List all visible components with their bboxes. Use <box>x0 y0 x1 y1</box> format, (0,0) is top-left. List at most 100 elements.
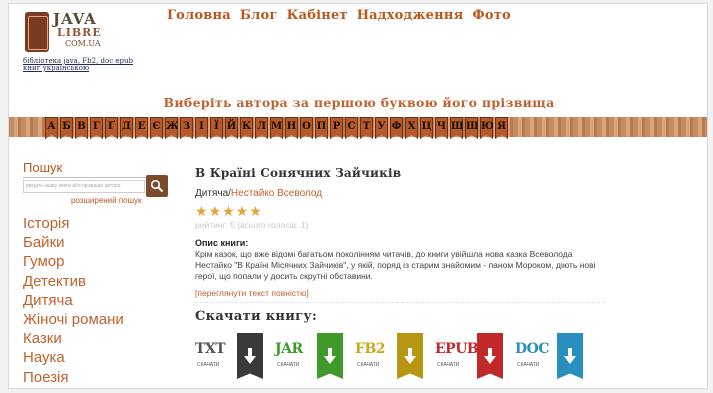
logo-line-1: JAVA <box>53 10 97 28</box>
nav-blog[interactable]: Блог <box>240 8 278 23</box>
scroll-icon <box>25 12 49 52</box>
search-input[interactable]: введіть назву книги або прізвище автора <box>23 180 145 193</box>
alphabet-letter[interactable]: Ж <box>165 117 178 139</box>
download-sub-label: СКАЧАТИ <box>277 362 300 368</box>
alphabet-letter[interactable]: А <box>45 117 58 139</box>
download-ribbon <box>477 333 503 379</box>
alphabet-letter[interactable]: М <box>270 117 283 139</box>
nav-photo[interactable]: Фото <box>472 8 511 23</box>
alphabet-letter[interactable]: Ю <box>480 117 493 139</box>
alphabet-letter[interactable]: С <box>345 117 358 139</box>
genre-link[interactable]: Дитяча <box>23 291 124 310</box>
genre-link[interactable]: Детектив <box>23 272 124 291</box>
download-sub-label: СКАЧАТИ <box>197 362 220 368</box>
alphabet-letter[interactable]: Б <box>60 117 73 139</box>
genre-link[interactable]: Гумор <box>23 252 124 271</box>
star-icon[interactable]: ★ <box>222 204 235 218</box>
star-icon[interactable]: ★ <box>195 204 208 218</box>
alphabet-letter[interactable]: Ш <box>450 117 463 139</box>
alphabet-letter[interactable]: Е <box>135 117 148 139</box>
star-icon[interactable]: ★ <box>209 204 222 218</box>
download-ribbon <box>237 333 263 379</box>
logo-line-2: LIBRE <box>57 26 102 39</box>
main-nav: Головна Блог Кабінет Надходження Фото <box>167 8 511 23</box>
search-button[interactable] <box>146 175 168 197</box>
genre-list: Історія Байки Гумор Детектив Дитяча Жіночі ро… <box>23 214 124 387</box>
download-arrow-icon <box>404 348 416 364</box>
alphabet-letter[interactable]: І <box>195 117 208 139</box>
page-frame: JAVA LIBRE COM.UA бібліотека java, Fb2, … <box>8 3 708 389</box>
alphabet-letter[interactable]: Є <box>150 117 163 139</box>
rating-text: рейтинг: 5 (всього голосів: 1) <box>195 220 309 230</box>
alphabet-letter[interactable]: Ф <box>390 117 403 139</box>
download-title: Скачати книгу: <box>195 309 318 324</box>
download-doc-button[interactable]: DOC СКАЧАТИ <box>515 333 583 379</box>
alphabet-letter[interactable]: Р <box>330 117 343 139</box>
genre-link[interactable]: Жіночі романи <box>23 310 124 329</box>
genre-link[interactable]: Наука <box>23 348 124 367</box>
format-label: TXT <box>195 341 226 357</box>
alphabet-letter[interactable]: З <box>180 117 193 139</box>
alphabet-title: Виберіть автора за першою буквою його пр… <box>163 95 555 110</box>
nav-cabinet[interactable]: Кабінет <box>287 8 348 23</box>
advanced-search-link[interactable]: розширений пошук <box>71 196 142 205</box>
alphabet-letters: АБВГҐДЕЄЖЗІЇЙКЛМНОПРСТУФХЦЧШЩЮЯ <box>45 117 508 139</box>
alphabet-letter[interactable]: Щ <box>465 117 478 139</box>
download-arrow-icon <box>244 348 256 364</box>
download-txt-button[interactable]: TXT СКАЧАТИ <box>195 333 263 379</box>
search-divider <box>23 177 147 178</box>
logo-line-3: COM.UA <box>65 39 101 48</box>
download-arrow-icon <box>564 348 576 364</box>
alphabet-letter[interactable]: Х <box>405 117 418 139</box>
rating-stars[interactable]: ★ ★ ★ ★ ★ <box>195 204 262 218</box>
alphabet-letter[interactable]: Й <box>225 117 238 139</box>
download-sub-label: СКАЧАТИ <box>437 362 460 368</box>
download-buttons: TXT СКАЧАТИ JAR СКАЧАТИ FB2 СКАЧАТИ EPUB СКАЧАТ… <box>195 333 583 379</box>
download-arrow-icon <box>324 348 336 364</box>
site-logo[interactable]: JAVA LIBRE COM.UA бібліотека java, Fb2, … <box>23 10 143 72</box>
download-sub-label: СКАЧАТИ <box>357 362 380 368</box>
book-category[interactable]: Дитяча <box>195 188 228 199</box>
nav-home[interactable]: Головна <box>167 8 231 23</box>
alphabet-letter[interactable]: В <box>75 117 88 139</box>
section-divider <box>195 302 605 303</box>
download-arrow-icon <box>484 348 496 364</box>
nav-new-arrivals[interactable]: Надходження <box>357 8 464 23</box>
logo-caption[interactable]: бібліотека java, Fb2, doc epub книг укра… <box>23 58 143 72</box>
genre-link[interactable]: Історія <box>23 214 124 233</box>
full-text-link[interactable]: [переглянути текст повністю] <box>195 288 309 298</box>
genre-link[interactable]: Байки <box>23 233 124 252</box>
download-ribbon <box>317 333 343 379</box>
format-label: JAR <box>275 341 303 357</box>
alphabet-letter[interactable]: П <box>315 117 328 139</box>
alphabet-letter[interactable]: Ї <box>210 117 223 139</box>
download-epub-button[interactable]: EPUB СКАЧАТИ <box>435 333 503 379</box>
alphabet-letter[interactable]: Г <box>90 117 103 139</box>
format-label: DOC <box>515 341 549 357</box>
genre-link[interactable]: Поезія <box>23 368 124 387</box>
format-label: FB2 <box>355 341 386 357</box>
alphabet-letter[interactable]: Ч <box>435 117 448 139</box>
alphabet-letter[interactable]: О <box>300 117 313 139</box>
format-label: EPUB <box>435 341 479 357</box>
alphabet-letter[interactable]: Т <box>360 117 373 139</box>
book-author[interactable]: Нестайко Всеволод <box>231 188 322 199</box>
description-title: Опис книги: <box>195 238 249 248</box>
alphabet-letter[interactable]: Ц <box>420 117 433 139</box>
alphabet-letter[interactable]: Л <box>255 117 268 139</box>
genre-link[interactable]: Казки <box>23 329 124 348</box>
book-title: В Країні Сонячних Зайчиків <box>195 166 402 180</box>
alphabet-letter[interactable]: Ґ <box>105 117 118 139</box>
alphabet-letter[interactable]: Д <box>120 117 133 139</box>
book-description: Крім казок, що вже відомі багатьом покол… <box>195 249 596 281</box>
alphabet-letter[interactable]: К <box>240 117 253 139</box>
star-icon[interactable]: ★ <box>249 204 262 218</box>
alphabet-letter[interactable]: Я <box>495 117 508 139</box>
download-fb2-button[interactable]: FB2 СКАЧАТИ <box>355 333 423 379</box>
alphabet-letter[interactable]: Н <box>285 117 298 139</box>
download-jar-button[interactable]: JAR СКАЧАТИ <box>275 333 343 379</box>
book-meta: Дитяча/Нестайко Всеволод <box>195 188 322 199</box>
star-icon[interactable]: ★ <box>236 204 249 218</box>
alphabet-letter[interactable]: У <box>375 117 388 139</box>
search-title: Пошук <box>23 160 63 175</box>
